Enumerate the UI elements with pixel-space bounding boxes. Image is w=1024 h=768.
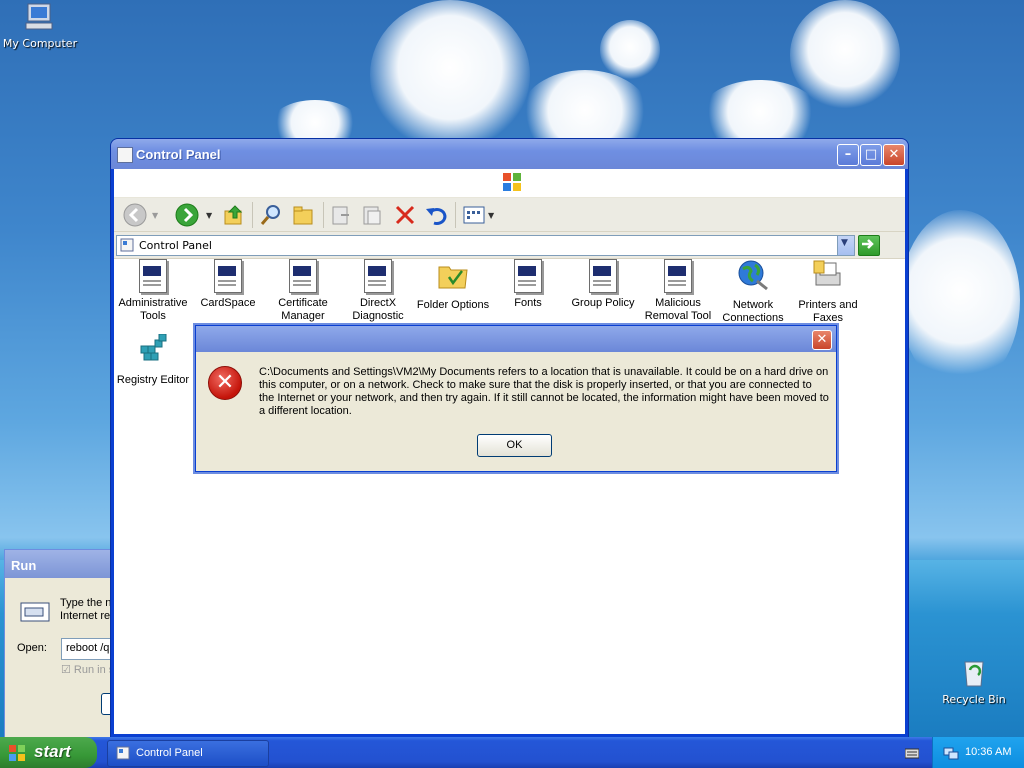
address-field[interactable]: Control Panel ▼ <box>116 235 855 256</box>
views-icon[interactable] <box>462 203 486 227</box>
doc-icon <box>664 259 692 293</box>
run-dialog: Run Type the n Internet re Open: reboot … <box>4 549 127 741</box>
forward-dropdown-icon[interactable]: ▼ <box>206 211 212 220</box>
cp-item-label: DirectX Diagnostic <box>352 297 404 322</box>
error-dialog: ✕ ✕ C:\Documents and Settings\VM2\My Doc… <box>195 325 837 472</box>
doc-icon <box>589 259 617 293</box>
globe-icon <box>738 260 768 291</box>
run-text-line-1: Type the n <box>60 597 112 609</box>
forward-icon[interactable] <box>175 203 199 227</box>
dialog-title-bar[interactable]: ✕ <box>196 326 836 352</box>
cp-item-label: Registry Editor <box>116 374 190 386</box>
printer-icon <box>813 260 841 286</box>
move-to-icon[interactable] <box>329 203 353 227</box>
doc-icon <box>514 259 542 293</box>
views-dropdown-icon[interactable]: ▼ <box>488 211 494 220</box>
cp-item-label: Printers and Faxes <box>798 299 858 324</box>
desktop-icon-my-computer[interactable]: My Computer <box>0 2 80 50</box>
cp-item-label: Folder Options <box>416 299 490 311</box>
cp-item-certificate-manager[interactable]: Certificate Manager <box>265 259 341 323</box>
address-bar: Control Panel ▼ <box>114 232 905 259</box>
window-title-bar[interactable]: Control Panel – □ ✕ <box>111 139 908 169</box>
cp-item-printers-and-faxes[interactable]: Printers and Faxes <box>790 259 866 325</box>
cp-item-directx-diagnostic[interactable]: DirectX Diagnostic <box>340 259 416 323</box>
doc-icon <box>139 259 167 293</box>
doc-icon <box>214 259 242 293</box>
cp-item-label: Administrative Tools <box>118 297 188 322</box>
cp-item-administrative-tools[interactable]: Administrative Tools <box>115 259 191 323</box>
clock[interactable]: 10:36 AM <box>965 746 1011 758</box>
desktop-icon-recycle-bin[interactable]: Recycle Bin <box>934 656 1014 706</box>
keyboard-icon[interactable] <box>905 747 919 759</box>
folder-options-icon <box>438 266 468 289</box>
run-text-line-2: Internet re <box>60 610 111 622</box>
cp-item-folder-options[interactable]: Folder Options <box>415 259 491 312</box>
taskbar-item-label: Control Panel <box>136 747 203 759</box>
control-panel-icon <box>116 746 130 760</box>
minimize-button[interactable]: – <box>837 144 859 166</box>
cp-item-label: Group Policy <box>571 297 635 309</box>
cp-item-cardspace[interactable]: CardSpace <box>190 259 266 310</box>
control-panel-address-icon <box>120 238 134 252</box>
error-icon: ✕ <box>208 366 242 400</box>
control-panel-icon <box>117 147 133 163</box>
cp-item-label: Network Connections <box>722 299 784 324</box>
run-title: Run <box>11 558 37 573</box>
cp-item-label: CardSpace <box>200 297 256 309</box>
cp-item-group-policy[interactable]: Group Policy <box>565 259 641 310</box>
recycle-bin-icon <box>964 661 984 687</box>
cp-item-label: Certificate Manager <box>278 297 328 322</box>
run-description: Type the n Internet re <box>60 597 115 623</box>
cp-item-malicious-removal-tool[interactable]: Malicious Removal Tool <box>640 259 716 323</box>
run-icon <box>20 602 50 622</box>
taskbar-item-control-panel[interactable]: Control Panel <box>107 740 269 767</box>
cp-item-fonts[interactable]: Fonts <box>490 259 566 310</box>
undo-icon[interactable] <box>424 203 448 227</box>
registry-icon <box>140 333 167 361</box>
copy-to-icon[interactable] <box>360 203 384 227</box>
folders-icon[interactable] <box>291 203 315 227</box>
toolbar-separator <box>455 202 456 228</box>
error-message: C:\Documents and Settings\VM2\My Documen… <box>259 366 829 417</box>
cp-item-registry-editor[interactable]: Registry Editor <box>115 333 191 387</box>
run-title-bar[interactable]: Run <box>5 550 115 578</box>
search-icon[interactable] <box>259 203 283 227</box>
toolbar: ▼ ▼ ▼ <box>114 198 905 232</box>
desktop-icon-label: Recycle Bin <box>942 693 1006 706</box>
cp-item-label: Malicious Removal Tool <box>644 297 712 322</box>
toolbar-separator <box>252 202 253 228</box>
back-icon[interactable] <box>123 203 147 227</box>
address-text: Control Panel <box>139 239 212 252</box>
run-open-label: Open: <box>17 642 47 654</box>
go-button[interactable] <box>858 235 880 256</box>
window-title: Control Panel <box>136 147 221 162</box>
start-label: start <box>34 742 71 761</box>
toolbar-separator <box>323 202 324 228</box>
cp-item-network-connections[interactable]: Network Connections <box>715 259 791 325</box>
windows-logo-bar <box>114 169 905 198</box>
close-button[interactable]: ✕ <box>883 144 905 166</box>
my-computer-icon <box>25 3 53 30</box>
taskbar: start Control Panel 10:36 AM <box>0 737 1024 768</box>
run-checkbox-label: Run in s <box>73 664 115 676</box>
go-arrow-icon <box>862 239 874 249</box>
run-in-separate-checkbox[interactable]: ☑ Run in s <box>61 663 115 676</box>
maximize-button[interactable]: □ <box>860 144 882 166</box>
delete-icon[interactable] <box>393 203 417 227</box>
ok-button[interactable]: OK <box>477 434 552 457</box>
doc-icon <box>364 259 392 293</box>
start-button[interactable]: start <box>0 737 97 768</box>
address-dropdown-button[interactable]: ▼ <box>837 236 854 255</box>
system-tray: 10:36 AM <box>932 737 1024 768</box>
back-dropdown-icon[interactable]: ▼ <box>152 211 158 220</box>
network-tray-icon[interactable] <box>943 745 959 761</box>
desktop-icon-label: My Computer <box>2 37 78 50</box>
windows-logo-icon <box>503 173 521 191</box>
cp-item-label: Fonts <box>514 297 542 309</box>
windows-flag-icon <box>9 745 25 761</box>
doc-icon <box>289 259 317 293</box>
dialog-close-button[interactable]: ✕ <box>812 330 832 350</box>
up-folder-icon[interactable] <box>222 203 246 227</box>
